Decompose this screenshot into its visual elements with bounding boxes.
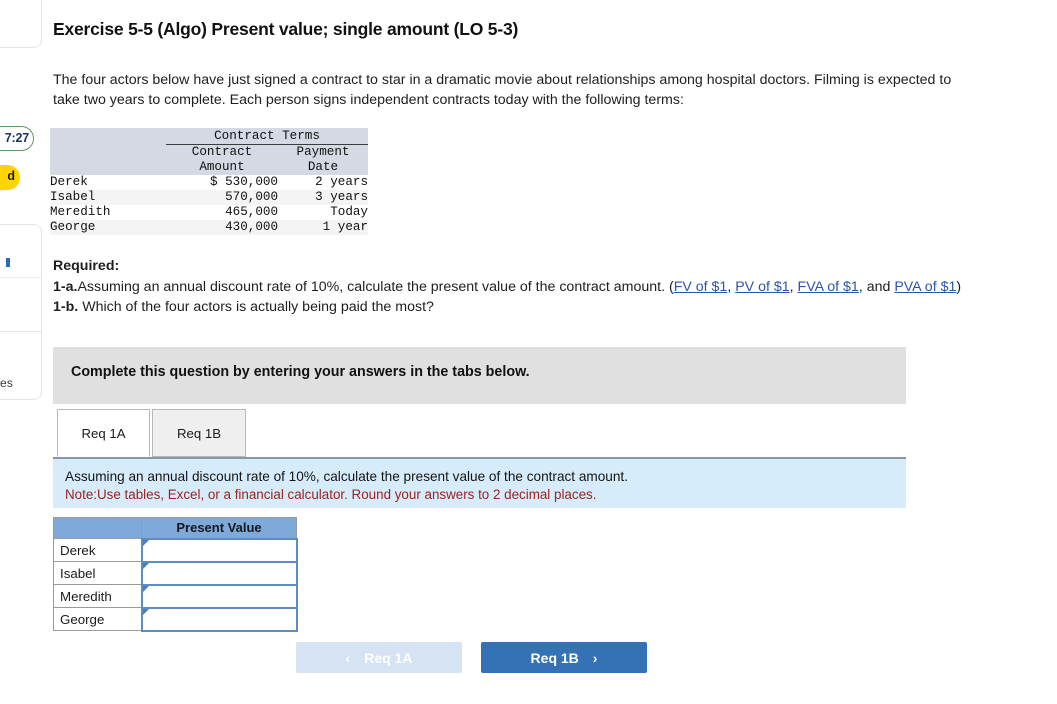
- contract-header-spacer: [50, 128, 166, 145]
- answer-row-name: Derek: [53, 538, 142, 562]
- tab-req-1a[interactable]: Req 1A: [57, 409, 150, 457]
- contract-row-amount: 430,000: [225, 220, 278, 234]
- contract-subheader-spacer-2: [50, 160, 166, 175]
- previous-requirement-label: Req 1A: [364, 649, 413, 666]
- answer-header-blank: [53, 517, 142, 539]
- link-separator-and: , and: [858, 278, 895, 295]
- cell-marker-icon: [142, 585, 149, 592]
- table-row: Meredith: [53, 583, 298, 609]
- link-fv-of-1[interactable]: FV of $1: [674, 279, 728, 295]
- answer-header-row: Present Value: [53, 517, 297, 539]
- contract-row-name: George: [50, 220, 96, 234]
- answer-row-name: Isabel: [53, 561, 142, 585]
- page-title: Exercise 5-5 (Algo) Present value; singl…: [53, 19, 519, 39]
- question-prompt: Assuming an annual discount rate of 10%,…: [65, 469, 628, 484]
- answer-input-cell-isabel[interactable]: [140, 560, 298, 586]
- contract-row-name: Isabel: [50, 190, 96, 204]
- contract-group-header-row: Contract Terms: [50, 128, 368, 145]
- required-heading: Required:: [53, 258, 120, 274]
- intro-paragraph: The four actors below have just signed a…: [53, 72, 952, 108]
- answer-table: Present Value Derek Isabel Meredith Geor: [53, 517, 298, 632]
- requirement-1b-text: Which of the four actors is actually bei…: [82, 299, 434, 315]
- contract-row-amount: 570,000: [225, 190, 278, 204]
- contract-row-amount: $ 530,000: [209, 175, 278, 189]
- contract-row-name: Meredith: [50, 205, 111, 219]
- answer-input-cell-meredith[interactable]: [140, 583, 298, 609]
- contract-row-date: 2 years: [315, 175, 368, 189]
- next-requirement-button[interactable]: Req 1B ›: [481, 642, 647, 673]
- instruction-bar: Complete this question by entering your …: [53, 347, 906, 404]
- contract-row-amount: 465,000: [225, 205, 278, 219]
- chevron-left-icon: ‹: [345, 649, 351, 666]
- tab-req-1b[interactable]: Req 1B: [152, 409, 246, 457]
- table-row: Meredith 465,000 Today: [50, 205, 368, 220]
- contract-col-amount-line2: Amount: [166, 160, 278, 175]
- contract-row-date: 3 years: [315, 190, 368, 204]
- contract-row-date: 1 year: [322, 220, 368, 234]
- contract-row-date: Today: [330, 205, 368, 219]
- contract-col-amount-line1: Contract: [166, 144, 278, 160]
- exercise-content: Exercise 5-5 (Algo) Present value; singl…: [0, 0, 1057, 704]
- requirement-1a-label: 1-a.: [53, 278, 78, 295]
- table-row: Derek: [53, 537, 298, 563]
- answer-input-cell-george[interactable]: [140, 606, 298, 632]
- table-row: George 430,000 1 year: [50, 220, 368, 235]
- present-value-input-meredith[interactable]: [142, 585, 296, 607]
- question-note: Note:Use tables, Excel, or a financial c…: [65, 487, 597, 502]
- required-section: Required: 1-a.Assuming an annual discoun…: [53, 256, 971, 318]
- requirement-1b-label: 1-b.: [53, 299, 79, 315]
- link-pva-of-1[interactable]: PVA of $1: [894, 279, 956, 295]
- cell-marker-icon: [142, 608, 149, 615]
- link-separator-2: ,: [789, 278, 798, 295]
- present-value-input-derek[interactable]: [142, 539, 296, 561]
- chevron-right-icon: ›: [592, 649, 598, 666]
- present-value-input-isabel[interactable]: [142, 562, 296, 584]
- link-pv-of-1[interactable]: PV of $1: [735, 279, 789, 295]
- table-row: Derek $ 530,000 2 years: [50, 175, 368, 190]
- answer-header-present-value: Present Value: [141, 517, 297, 539]
- contract-subheader-spacer-1: [50, 144, 166, 160]
- answer-row-name: Meredith: [53, 584, 142, 608]
- table-row: Isabel 570,000 3 years: [50, 190, 368, 205]
- cell-marker-icon: [142, 539, 149, 546]
- contract-col-date-line2: Date: [278, 160, 368, 175]
- question-info-panel: Assuming an annual discount rate of 10%,…: [53, 457, 906, 508]
- contract-col-date-line1: Payment: [278, 144, 368, 160]
- answer-input-cell-derek[interactable]: [140, 537, 298, 563]
- link-fva-of-1[interactable]: FVA of $1: [798, 279, 859, 295]
- contract-subheader-row-2: Amount Date: [50, 160, 368, 175]
- contract-group-header: Contract Terms: [166, 128, 368, 145]
- cell-marker-icon: [142, 562, 149, 569]
- contract-row-name: Derek: [50, 175, 88, 189]
- answer-row-name: George: [53, 607, 142, 631]
- previous-requirement-button[interactable]: ‹ Req 1A: [296, 642, 462, 673]
- contract-terms-table: Contract Terms Contract Payment Amount D…: [50, 128, 368, 235]
- instruction-bar-text: Complete this question by entering your …: [71, 364, 530, 380]
- table-row: Isabel: [53, 560, 298, 586]
- contract-subheader-row-1: Contract Payment: [50, 144, 368, 160]
- requirement-1a-text: Assuming an annual discount rate of 10%,…: [77, 278, 674, 295]
- link-close-paren: ): [956, 278, 962, 295]
- next-requirement-label: Req 1B: [530, 649, 579, 666]
- present-value-input-george[interactable]: [142, 608, 296, 630]
- table-row: George: [53, 606, 298, 632]
